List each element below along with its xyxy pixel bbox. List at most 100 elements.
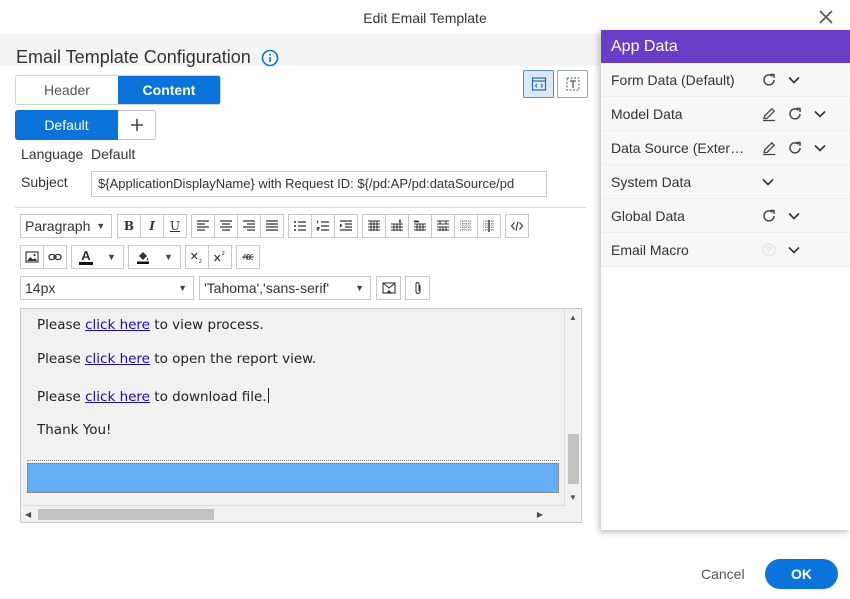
indent-button[interactable]: [334, 214, 358, 238]
tab-content[interactable]: Content: [118, 76, 220, 104]
delete-row-button[interactable]: [454, 214, 478, 238]
editor-content[interactable]: Please click here to view process. Pleas…: [21, 309, 565, 506]
chevron-down-icon: ▼: [107, 252, 116, 262]
source-code-button[interactable]: [505, 214, 529, 238]
strikethrough-button[interactable]: [236, 245, 260, 269]
cancel-button[interactable]: Cancel: [701, 566, 745, 582]
font-color-button[interactable]: A: [71, 245, 101, 269]
refresh-icon[interactable]: [787, 106, 803, 122]
tab-header[interactable]: Header: [16, 76, 118, 104]
align-justify-icon: [266, 220, 278, 231]
align-left-button[interactable]: [191, 214, 215, 238]
font-color-dropdown[interactable]: ▼: [100, 245, 124, 269]
chevron-down-icon[interactable]: [787, 243, 801, 257]
app-data-item-label: Model Data: [611, 105, 683, 122]
text-view-button[interactable]: [557, 70, 588, 98]
numbered-list-icon: [316, 220, 329, 231]
edit-icon[interactable]: [761, 140, 777, 156]
block-format-select[interactable]: Paragraph ▼: [20, 214, 112, 238]
view-process-link[interactable]: click here: [85, 317, 150, 333]
chevron-down-icon[interactable]: [787, 73, 801, 87]
selected-block[interactable]: [27, 463, 559, 493]
editor-paragraph: Please click here to download file.: [37, 388, 269, 405]
app-data-item-model-data[interactable]: Model Data: [601, 97, 850, 131]
ok-button[interactable]: OK: [765, 559, 838, 589]
background-color-button[interactable]: [128, 245, 158, 269]
report-view-link[interactable]: click here: [85, 351, 150, 367]
app-data-item-email-macro[interactable]: Email Macro: [601, 233, 850, 267]
insert-column-button[interactable]: [385, 214, 409, 238]
view-toggle: [523, 70, 588, 98]
insert-image-button[interactable]: [20, 245, 44, 269]
divider: [15, 207, 586, 208]
subscript-icon: 2: [191, 252, 202, 264]
refresh-icon[interactable]: [761, 208, 777, 224]
align-center-button[interactable]: [214, 214, 238, 238]
chevron-down-icon[interactable]: [813, 141, 827, 155]
vertical-scroll-thumb[interactable]: [568, 434, 579, 484]
scroll-right-icon[interactable]: ▶: [537, 510, 543, 519]
edit-icon[interactable]: [761, 106, 777, 122]
bold-glyph: B: [123, 219, 135, 233]
background-color-dropdown[interactable]: ▼: [157, 245, 181, 269]
horizontal-scrollbar[interactable]: ◀ ▶: [21, 505, 565, 522]
app-data-item-label: System Data: [611, 173, 692, 190]
vertical-scrollbar[interactable]: ▲ ▼: [564, 309, 581, 506]
chevron-down-icon[interactable]: [761, 175, 775, 189]
insert-template-button[interactable]: [376, 276, 401, 300]
delete-column-button[interactable]: [477, 214, 501, 238]
app-data-item-data-source[interactable]: Data Source (External): [601, 131, 850, 165]
horizontal-scroll-thumb[interactable]: [38, 509, 214, 520]
row-add-icon: [414, 220, 426, 231]
numbered-list-button[interactable]: [311, 214, 335, 238]
refresh-icon[interactable]: [787, 140, 803, 156]
help-icon[interactable]: [761, 242, 777, 258]
insert-link-button[interactable]: [43, 245, 67, 269]
attachment-button[interactable]: [405, 276, 430, 300]
chevron-down-icon[interactable]: [813, 107, 827, 121]
language-tab-default[interactable]: Default: [15, 110, 118, 140]
info-icon[interactable]: [261, 49, 279, 67]
scroll-down-icon[interactable]: ▼: [569, 493, 577, 502]
bold-button[interactable]: B: [117, 214, 141, 238]
app-data-item-label: Email Macro: [611, 241, 689, 258]
subscript-button[interactable]: 2: [185, 245, 209, 269]
chevron-down-icon[interactable]: [787, 209, 801, 223]
text-run: Please: [37, 317, 86, 333]
insert-row-button[interactable]: [408, 214, 432, 238]
app-data-item-system-data[interactable]: System Data: [601, 165, 850, 199]
text-view-icon: [566, 77, 579, 91]
app-data-panel: App Data Form Data (Default) Model Data …: [601, 30, 850, 530]
subject-input[interactable]: ${ApplicationDisplayName} with Request I…: [91, 171, 547, 197]
refresh-icon[interactable]: [761, 72, 777, 88]
download-file-link[interactable]: click here: [85, 389, 150, 405]
bullet-list-button[interactable]: [288, 214, 312, 238]
link-icon: [48, 253, 62, 261]
config-title-text: Email Template Configuration: [16, 47, 251, 67]
font-size-select[interactable]: 14px ▼: [20, 276, 194, 300]
align-justify-button[interactable]: [260, 214, 284, 238]
close-icon[interactable]: [814, 5, 838, 29]
merge-cells-button[interactable]: [431, 214, 455, 238]
language-value: Default: [91, 146, 136, 162]
insert-table-button[interactable]: [362, 214, 386, 238]
chevron-down-icon: ▼: [178, 283, 187, 293]
html-view-button[interactable]: [523, 70, 554, 98]
app-data-item-form-data[interactable]: Form Data (Default): [601, 63, 850, 97]
scroll-left-icon[interactable]: ◀: [25, 510, 31, 519]
text-run: to view process.: [150, 317, 264, 333]
italic-button[interactable]: I: [140, 214, 164, 238]
subject-label: Subject: [21, 174, 68, 190]
align-right-button[interactable]: [237, 214, 261, 238]
add-language-button[interactable]: [118, 110, 156, 140]
rich-text-editor[interactable]: Please click here to view process. Pleas…: [20, 308, 582, 523]
scroll-up-icon[interactable]: ▲: [569, 313, 577, 322]
app-data-item-global-data[interactable]: Global Data: [601, 199, 850, 233]
underline-button[interactable]: U: [163, 214, 187, 238]
font-family-select[interactable]: 'Tahoma','sans-serif' ▼: [199, 276, 371, 300]
editor-paragraph: Please click here to view process.: [37, 317, 264, 333]
italic-glyph: I: [149, 219, 155, 233]
svg-text:2: 2: [222, 251, 226, 257]
language-label: Language: [21, 146, 84, 162]
superscript-button[interactable]: 2: [208, 245, 232, 269]
